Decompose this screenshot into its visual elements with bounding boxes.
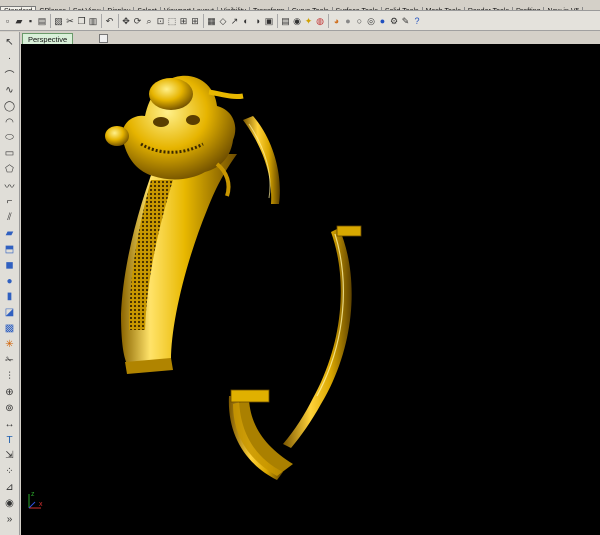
- help-icon[interactable]: ?: [412, 15, 423, 27]
- hinge-lower: [230, 389, 270, 403]
- arc-icon[interactable]: ◠: [3, 116, 16, 129]
- cylinder-solid-icon[interactable]: ▮: [3, 290, 16, 303]
- model-render: z x: [28, 75, 362, 509]
- zoom-window-icon[interactable]: ⬚: [167, 15, 178, 27]
- cplane-icon[interactable]: ◇: [218, 15, 229, 27]
- render-icon[interactable]: ◍: [315, 15, 326, 27]
- standard-toolbar: ▫ ▰ ▪ ▤ ▧ ✂ ❐ ▥ ↶ ✥ ⟳ ⌕ ⊡ ⬚ ⊞ ⊞ ▦ ◇ ↗ ◐ ◑ ▣ ▤ ◉ ✦ ◍ ◕ ● ○ ◎ ● ⚙ ✎?: [0, 11, 600, 31]
- offset-icon[interactable]: ⫽: [3, 211, 16, 224]
- explode-icon[interactable]: ✳: [3, 338, 16, 351]
- open-icon[interactable]: ▰: [14, 15, 25, 27]
- layer-icon[interactable]: ▤: [280, 15, 291, 27]
- curve-icon[interactable]: ∿: [3, 84, 16, 97]
- toolbar-separator: [203, 13, 204, 28]
- array-icon[interactable]: ⁘: [3, 465, 16, 478]
- zoom-dynamic-icon[interactable]: ⌕: [144, 15, 155, 27]
- join-icon[interactable]: ⊕: [3, 386, 16, 399]
- axis-indicator: z x: [28, 491, 43, 509]
- four-view-icon[interactable]: ⊞: [190, 15, 201, 27]
- axis-label-z: z: [31, 491, 35, 498]
- copy-icon[interactable]: ❐: [76, 15, 87, 27]
- extrude-icon[interactable]: ⬒: [3, 243, 16, 256]
- box-solid-icon[interactable]: ◼: [3, 259, 16, 272]
- fillet-curve-icon[interactable]: ⌐: [3, 195, 16, 208]
- print-icon[interactable]: ▤: [37, 15, 48, 27]
- mesh-icon[interactable]: ▩: [3, 322, 16, 335]
- text-icon[interactable]: T: [3, 434, 16, 447]
- sphere-icon[interactable]: ○: [354, 15, 365, 27]
- lock-icon[interactable]: ▣: [264, 15, 275, 27]
- add-viewport-tab-button[interactable]: [99, 34, 108, 43]
- toolbar-separator: [117, 13, 119, 28]
- zoom-extents-icon[interactable]: ⊡: [155, 15, 166, 27]
- rectangle-icon[interactable]: ▭: [3, 147, 16, 160]
- pan-icon[interactable]: ✥: [121, 15, 132, 27]
- surface-icon[interactable]: ▰: [3, 227, 16, 240]
- show-icon[interactable]: ◐: [241, 15, 252, 27]
- dimension-icon[interactable]: ↔: [3, 418, 16, 431]
- sphere-shaded-icon[interactable]: ●: [343, 15, 354, 27]
- point-icon[interactable]: ·: [3, 52, 16, 65]
- grid-icon[interactable]: ▦: [206, 15, 217, 27]
- transform-icon[interactable]: ⇲: [3, 449, 16, 462]
- toolbar-separator: [277, 13, 278, 28]
- boolean-icon[interactable]: ◪: [3, 306, 16, 319]
- paste-icon[interactable]: ▥: [88, 15, 99, 27]
- import-icon[interactable]: ▧: [53, 15, 64, 27]
- hide-icon[interactable]: ◑: [252, 15, 263, 27]
- toolbar-separator: [50, 13, 51, 28]
- cut-icon[interactable]: ✂: [65, 15, 76, 27]
- perspective-viewport[interactable]: z x: [21, 44, 600, 535]
- light-icon[interactable]: ✦: [303, 15, 314, 27]
- properties-icon[interactable]: ◉: [292, 15, 303, 27]
- viewport-tab-perspective[interactable]: Perspective: [22, 33, 74, 44]
- select-icon[interactable]: ↗: [229, 15, 240, 27]
- circle-icon[interactable]: ◯: [3, 100, 16, 113]
- new-icon[interactable]: ▫: [2, 15, 13, 27]
- environment-icon[interactable]: ◎: [366, 15, 377, 27]
- group-icon[interactable]: ⊚: [3, 402, 16, 415]
- options-icon[interactable]: ⚙: [389, 15, 400, 27]
- sphere-blue-icon[interactable]: ●: [377, 15, 388, 27]
- select-arrow-icon[interactable]: ↖: [3, 36, 16, 49]
- sphere-solid-icon[interactable]: ●: [3, 275, 16, 288]
- viewport-header: Perspective: [20, 32, 600, 44]
- tools-icon[interactable]: ✎: [400, 15, 411, 27]
- trim-icon[interactable]: ✁: [3, 354, 16, 367]
- toolbar-tab-strip: StandardCPlanesSet ViewDisplaySelectView…: [0, 0, 600, 11]
- render-sphere-icon[interactable]: ◉: [3, 497, 16, 510]
- hinge-top-right: [336, 225, 362, 237]
- axis-label-x: x: [39, 501, 43, 508]
- bangle-upper-arm: [243, 116, 280, 204]
- material-icon[interactable]: ◕: [331, 15, 342, 27]
- left-tool-palette: ↖ · ⌒ ∿ ◯ ◠ ⬭ ▭ ⬠ 〰 ⌐ ⫽ ▰ ⬒ ◼ ● ▮ ◪ ▩ ✳ ✁ ⫶ ⊕ ⊚ ↔ T ⇲ ⁘ ⊿ ◉ »: [0, 32, 20, 535]
- undo-icon[interactable]: ↶: [104, 15, 115, 27]
- split-icon[interactable]: ⫶: [3, 370, 16, 383]
- more-icon[interactable]: »: [3, 513, 16, 526]
- toolbar-separator: [101, 13, 102, 28]
- toolbar-separator: [328, 13, 329, 28]
- polygon-icon[interactable]: ⬠: [3, 163, 16, 176]
- freeform-icon[interactable]: 〰: [3, 179, 16, 193]
- rotate-view-icon[interactable]: ⟳: [132, 15, 143, 27]
- save-icon[interactable]: ▪: [25, 15, 36, 27]
- rhino-window: StandardCPlanesSet ViewDisplaySelectView…: [0, 0, 600, 535]
- analyze-icon[interactable]: ⊿: [3, 481, 16, 494]
- polyline-icon[interactable]: ⌒: [3, 68, 16, 82]
- zoom-selected-icon[interactable]: ⊞: [178, 15, 189, 27]
- ellipse-icon[interactable]: ⬭: [3, 131, 16, 144]
